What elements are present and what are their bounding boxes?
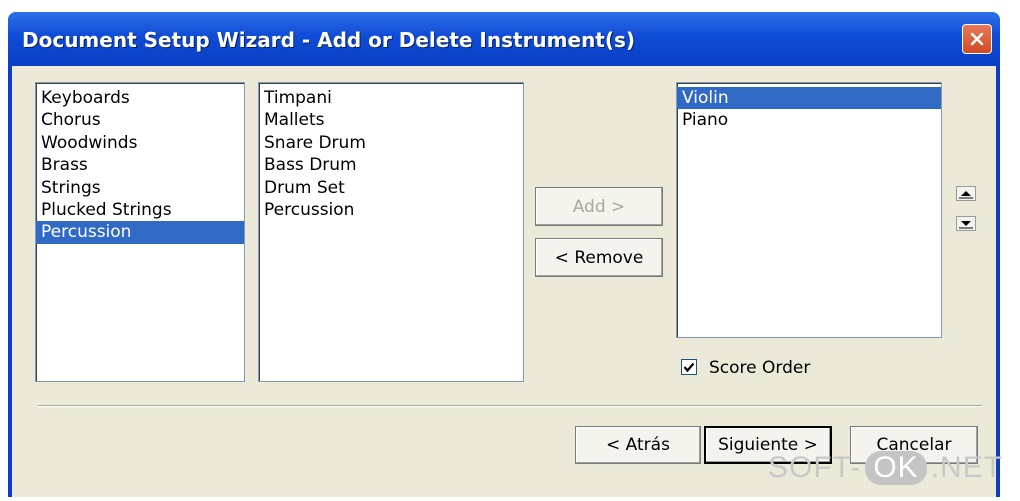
instrument-listbox[interactable]: Timpani Mallets Snare Drum Bass Drum Drum Se… <box>258 82 524 382</box>
move-up-button[interactable] <box>956 186 976 201</box>
watermark-right: .NET <box>930 451 1004 484</box>
move-down-button[interactable] <box>956 216 976 231</box>
instrument-list-item[interactable]: Mallets <box>259 109 523 131</box>
selected-instrument-item[interactable]: Piano <box>677 109 941 131</box>
score-order-label[interactable]: Score Order <box>709 358 810 378</box>
instrument-list-item[interactable]: Timpani <box>259 87 523 109</box>
wizard-window: Document Setup Wizard - Add or Delete In… <box>8 12 1000 497</box>
title-bar[interactable]: Document Setup Wizard - Add or Delete In… <box>8 12 1000 66</box>
watermark-ok: OK <box>865 451 927 485</box>
category-list-item[interactable]: Percussion <box>36 221 244 244</box>
triangle-down-icon <box>956 216 976 231</box>
category-list-item[interactable]: Woodwinds <box>36 132 244 154</box>
instrument-list-item[interactable]: Snare Drum <box>259 132 523 154</box>
watermark-left: SOFT- <box>768 451 862 484</box>
category-list-item[interactable]: Strings <box>36 177 244 199</box>
back-button[interactable]: < Atrás <box>575 426 701 464</box>
close-icon <box>970 32 984 46</box>
divider <box>38 405 982 407</box>
category-listbox[interactable]: Keyboards Chorus Woodwinds Brass Strings Pluc… <box>35 82 245 382</box>
remove-button[interactable]: < Remove <box>535 238 663 277</box>
category-list-item[interactable]: Chorus <box>36 109 244 131</box>
add-button[interactable]: Add > <box>535 187 663 226</box>
dialog-body: Keyboards Chorus Woodwinds Brass Strings Pluc… <box>12 66 996 497</box>
instrument-list-item[interactable]: Bass Drum <box>259 154 523 176</box>
instrument-list-item[interactable]: Drum Set <box>259 177 523 199</box>
instrument-list-item[interactable]: Percussion <box>259 199 523 221</box>
selected-instruments-listbox[interactable]: Violin Piano <box>676 82 942 338</box>
close-button[interactable] <box>962 24 992 54</box>
category-list-item[interactable]: Plucked Strings <box>36 199 244 221</box>
category-list-item[interactable]: Brass <box>36 154 244 176</box>
selected-instrument-item[interactable]: Violin <box>677 87 941 110</box>
watermark: SOFT- OK .NET <box>768 448 1003 488</box>
window-title: Document Setup Wizard - Add or Delete In… <box>22 28 636 52</box>
triangle-up-icon <box>956 186 976 201</box>
category-list-item[interactable]: Keyboards <box>36 87 244 109</box>
score-order-checkbox[interactable] <box>681 359 697 375</box>
checkmark-icon <box>683 362 695 373</box>
